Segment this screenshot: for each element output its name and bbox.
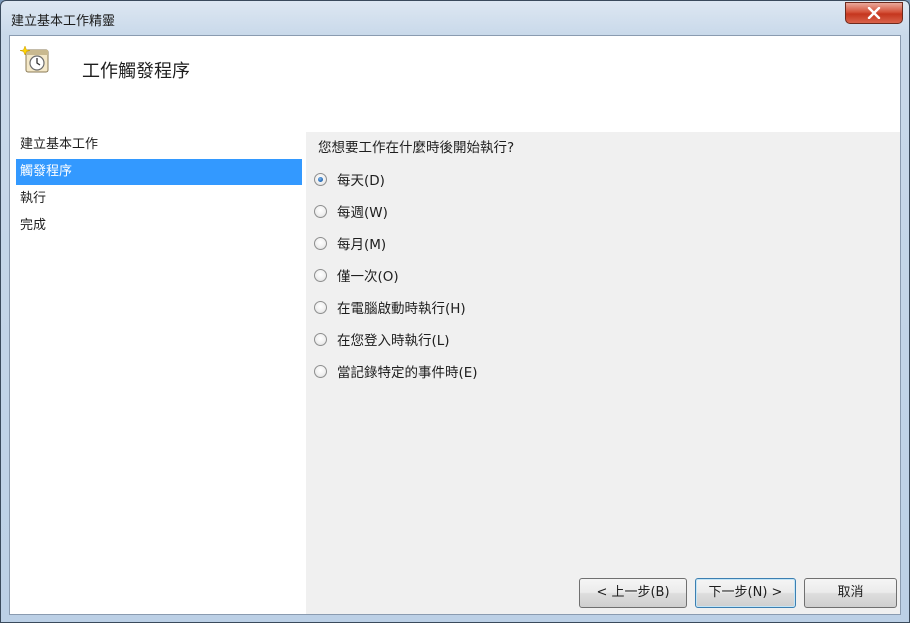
cancel-button[interactable]: 取消 (804, 578, 897, 608)
next-button[interactable]: 下一步(N) > (695, 578, 796, 608)
wizard-window: 建立基本工作精靈 工作觸發程序 建立基本工作 觸發程序 執行 完成 您想要工作在… (0, 0, 910, 623)
option-at-logon-label: 在您登入時執行(L) (337, 333, 450, 349)
close-button[interactable] (845, 2, 903, 24)
option-on-event-label: 當記錄特定的事件時(E) (337, 365, 478, 381)
radio-daily[interactable] (314, 172, 327, 186)
option-at-startup-label: 在電腦啟動時執行(H) (337, 301, 466, 317)
radio-monthly[interactable] (314, 236, 327, 250)
radio-at-startup[interactable] (314, 300, 327, 314)
wizard-step-list: 建立基本工作 觸發程序 執行 完成 (10, 132, 306, 614)
radio-weekly[interactable] (314, 204, 327, 218)
option-one-time[interactable]: 僅一次(O) (314, 263, 399, 287)
step-action[interactable]: 執行 (16, 186, 302, 212)
radio-one-time[interactable] (314, 268, 327, 282)
radio-at-logon[interactable] (314, 332, 327, 346)
option-at-startup[interactable]: 在電腦啟動時執行(H) (314, 295, 466, 319)
window-title: 建立基本工作精靈 (11, 14, 116, 29)
wizard-client-area: 工作觸發程序 建立基本工作 觸發程序 執行 完成 您想要工作在什麼時後開始執行?… (9, 35, 901, 615)
task-scheduler-clock-icon (20, 45, 49, 73)
page-title: 工作觸發程序 (82, 61, 190, 82)
option-one-time-label: 僅一次(O) (337, 269, 399, 285)
close-icon (867, 7, 881, 19)
step-trigger[interactable]: 觸發程序 (16, 159, 302, 185)
option-monthly[interactable]: 每月(M) (314, 231, 386, 255)
option-monthly-label: 每月(M) (337, 237, 387, 253)
title-bar[interactable]: 建立基本工作精靈 (1, 1, 909, 35)
back-button[interactable]: < 上一步(B) (579, 578, 687, 608)
option-daily[interactable]: 每天(D) (314, 167, 385, 191)
wizard-header: 工作觸發程序 (10, 36, 900, 132)
option-weekly-label: 每週(W) (337, 205, 388, 221)
radio-on-event[interactable] (314, 364, 327, 378)
step-create-basic-task[interactable]: 建立基本工作 (16, 132, 302, 158)
trigger-options-panel: 您想要工作在什麼時後開始執行? 每天(D) 每週(W) 每月(M) 僅一次(O)… (306, 132, 900, 614)
step-finish[interactable]: 完成 (16, 213, 302, 239)
option-at-logon[interactable]: 在您登入時執行(L) (314, 327, 450, 351)
option-weekly[interactable]: 每週(W) (314, 199, 388, 223)
option-daily-label: 每天(D) (337, 173, 385, 189)
option-on-event[interactable]: 當記錄特定的事件時(E) (314, 359, 478, 383)
trigger-question: 您想要工作在什麼時後開始執行? (318, 140, 515, 156)
